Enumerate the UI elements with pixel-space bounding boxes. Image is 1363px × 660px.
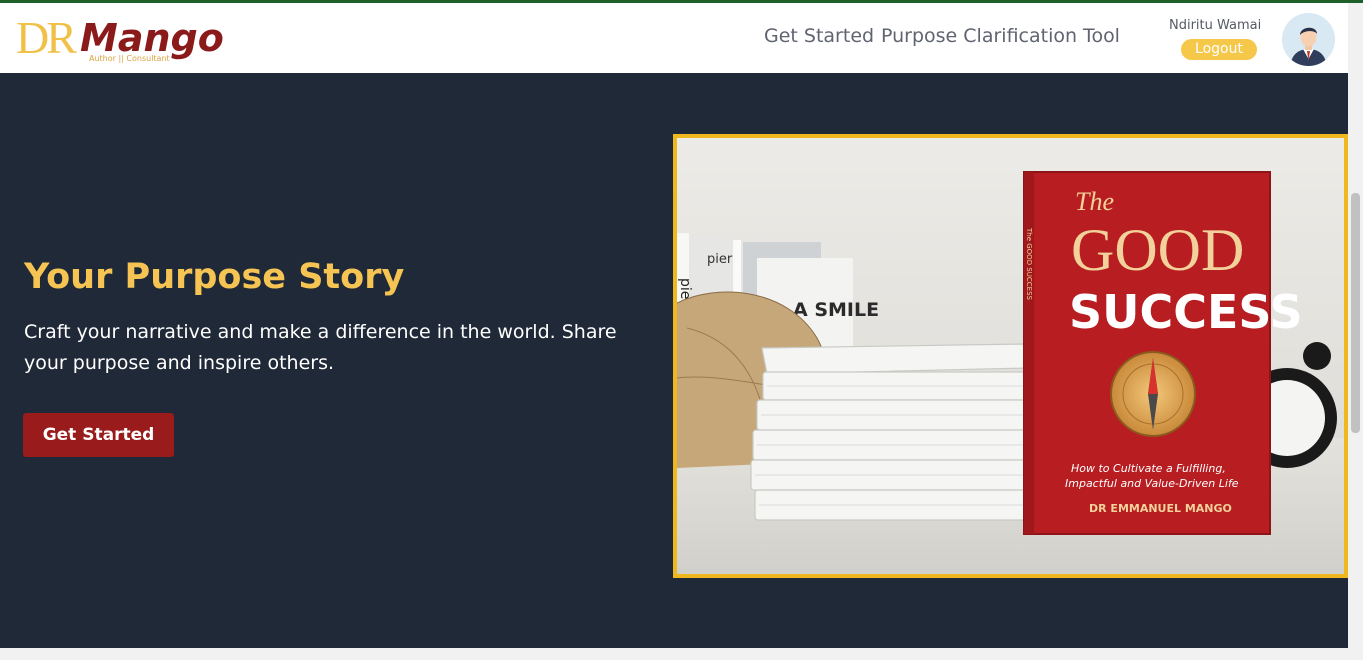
book-spine-text: The GOOD SUCCESS (1025, 227, 1033, 301)
hero-description: Craft your narrative and make a differen… (24, 321, 617, 374)
user-name: Ndiritu Wamai (1169, 18, 1262, 33)
book-subtitle-line2: Impactful and Value-Driven Life (1065, 477, 1239, 490)
hero-title: Your Purpose Story (24, 257, 405, 297)
book-title-good: GOOD (1071, 217, 1244, 283)
user-avatar-icon[interactable] (1282, 13, 1335, 66)
book-illustration: pierre pier A SMILE The GOOD SUCCESS How… (677, 138, 1344, 574)
book-title-success: SUCCESS (1069, 285, 1303, 339)
page-scrollbar[interactable] (1348, 3, 1363, 660)
nav-link-get-started[interactable]: Get Started (764, 25, 874, 47)
book-title-the: The (1075, 187, 1114, 216)
site-header: DR Mango Author || Consultant Get Starte… (0, 3, 1348, 73)
book-author: DR EMMANUEL MANGO (1089, 502, 1232, 515)
nav-link-purpose-clarification-tool[interactable]: Purpose Clarification Tool (881, 25, 1120, 47)
bg-book-text-3: A SMILE (793, 299, 879, 321)
get-started-button[interactable]: Get Started (23, 413, 174, 457)
hero-section: Your Purpose Story Craft your narrative … (0, 73, 1348, 648)
logout-button[interactable]: Logout (1181, 39, 1257, 60)
hero-book-image: pierre pier A SMILE The GOOD SUCCESS How… (673, 134, 1348, 578)
bg-book-text-2: pier (707, 252, 733, 267)
page-bottom-edge (0, 648, 1348, 660)
site-logo[interactable]: DR Mango Author || Consultant (16, 13, 236, 67)
logo-tagline: Author || Consultant (89, 54, 170, 63)
logo-dr-text: DR (16, 12, 77, 63)
book-subtitle-line1: How to Cultivate a Fulfilling, (1071, 462, 1226, 475)
scrollbar-thumb[interactable] (1351, 193, 1360, 433)
